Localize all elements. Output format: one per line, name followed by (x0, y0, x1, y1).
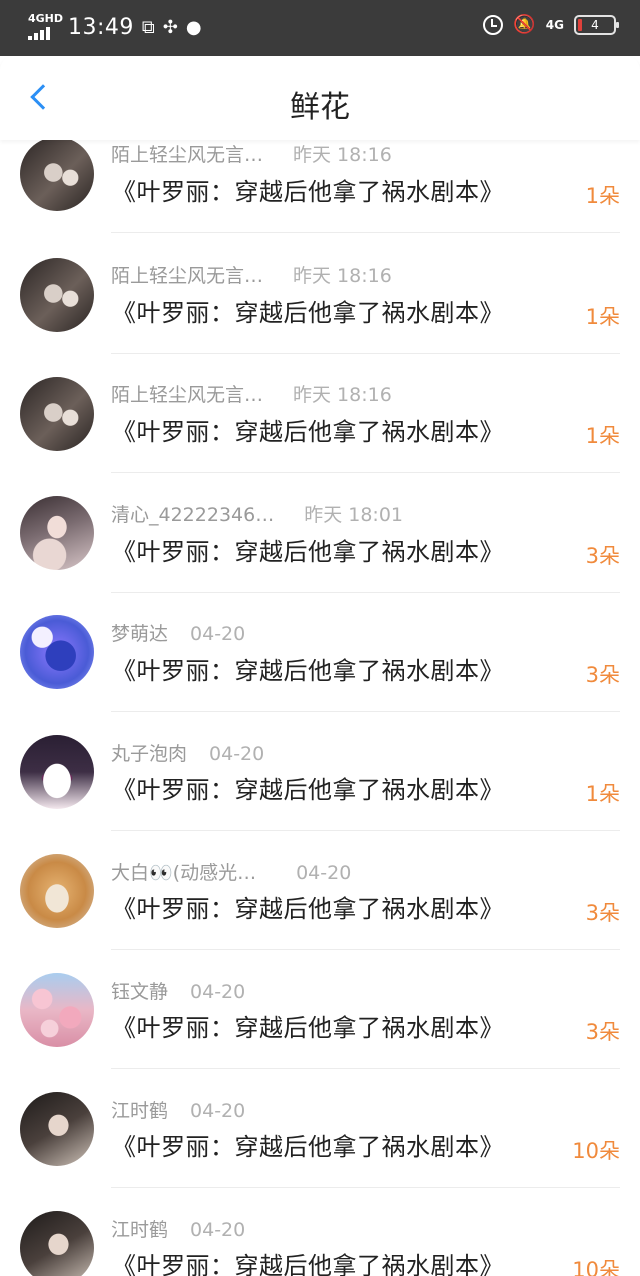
divider (111, 711, 620, 712)
avatar[interactable] (20, 496, 94, 570)
user-name[interactable]: 江时鹤 (111, 1096, 168, 1123)
alarm-clock-icon (483, 14, 504, 35)
item-meta: 丸子泡肉 04-20 (111, 739, 264, 766)
timestamp: 昨天 18:16 (293, 384, 392, 406)
list-item[interactable]: 陌上轻尘风无言… 昨天 18:16 《叶罗丽：穿越后他拿了祸水剧本》 1朵 (0, 140, 640, 253)
book-title[interactable]: 《叶罗丽：穿越后他拿了祸水剧本》 (112, 293, 504, 328)
flower-count: 3朵 (585, 1020, 620, 1044)
avatar[interactable] (20, 973, 94, 1047)
timestamp: 04-20 (296, 862, 352, 884)
book-title[interactable]: 《叶罗丽：穿越后他拿了祸水剧本》 (112, 1127, 504, 1162)
list-item[interactable]: 丸子泡肉 04-20 《叶罗丽：穿越后他拿了祸水剧本》 1朵 (0, 730, 640, 849)
notification-icon: ⧉ (141, 16, 155, 38)
list-item[interactable]: 陌上轻尘风无言… 昨天 18:16 《叶罗丽：穿越后他拿了祸水剧本》 1朵 (0, 253, 640, 372)
user-name[interactable]: 钰文静 (111, 977, 168, 1004)
divider (111, 949, 620, 950)
item-meta: 陌上轻尘风无言… 昨天 18:16 (111, 380, 392, 407)
flower-count: 10朵 (572, 1258, 620, 1276)
flower-count: 1朵 (585, 782, 620, 806)
book-title[interactable]: 《叶罗丽：穿越后他拿了祸水剧本》 (112, 651, 504, 686)
user-name[interactable]: 陌上轻尘风无言… (111, 261, 263, 288)
pinwheel-icon: ✣ (162, 16, 178, 38)
flower-count: 3朵 (585, 544, 620, 568)
divider (111, 1068, 620, 1069)
network-type-label: 4GHD (28, 12, 64, 25)
avatar[interactable] (20, 1092, 94, 1166)
book-title[interactable]: 《叶罗丽：穿越后他拿了祸水剧本》 (112, 412, 504, 447)
message-bubble-icon: ● (185, 16, 202, 38)
list-item[interactable]: 清心_42222346… 昨天 18:01 《叶罗丽：穿越后他拿了祸水剧本》 3… (0, 492, 640, 611)
list-item[interactable]: 江时鹤 04-20 《叶罗丽：穿越后他拿了祸水剧本》 10朵 (0, 1087, 640, 1206)
book-title[interactable]: 《叶罗丽：穿越后他拿了祸水剧本》 (112, 889, 504, 924)
item-meta: 大白👀(动感光… 04-20 (111, 858, 351, 885)
item-meta: 钰文静 04-20 (111, 977, 245, 1004)
avatar[interactable] (20, 615, 94, 689)
list-item[interactable]: 梦萌达 04-20 《叶罗丽：穿越后他拿了祸水剧本》 3朵 (0, 611, 640, 730)
book-title[interactable]: 《叶罗丽：穿越后他拿了祸水剧本》 (112, 1008, 504, 1043)
user-name[interactable]: 陌上轻尘风无言… (111, 140, 263, 167)
item-meta: 清心_42222346… 昨天 18:01 (111, 500, 403, 527)
avatar[interactable] (20, 735, 94, 809)
list-item[interactable]: 江时鹤 04-20 《叶罗丽：穿越后他拿了祸水剧本》 10朵 (0, 1206, 640, 1276)
timestamp: 昨天 18:01 (304, 504, 404, 526)
battery-level: 4 (591, 17, 599, 32)
avatar[interactable] (20, 1211, 94, 1276)
list-item[interactable]: 陌上轻尘风无言… 昨天 18:16 《叶罗丽：穿越后他拿了祸水剧本》 1朵 (0, 372, 640, 491)
divider (111, 353, 620, 354)
flower-count: 1朵 (585, 424, 620, 448)
item-meta: 梦萌达 04-20 (111, 619, 245, 646)
flower-list[interactable]: 陌上轻尘风无言… 昨天 18:16 《叶罗丽：穿越后他拿了祸水剧本》 1朵 陌上… (0, 140, 640, 1276)
status-right: 🔕 4G 4 (483, 14, 619, 35)
list-item[interactable]: 大白👀(动感光… 04-20 《叶罗丽：穿越后他拿了祸水剧本》 3朵 (0, 849, 640, 968)
divider (111, 232, 620, 233)
list-item[interactable]: 钰文静 04-20 《叶罗丽：穿越后他拿了祸水剧本》 3朵 (0, 968, 640, 1087)
book-title[interactable]: 《叶罗丽：穿越后他拿了祸水剧本》 (112, 770, 504, 805)
item-meta: 陌上轻尘风无言… 昨天 18:16 (111, 261, 392, 288)
avatar[interactable] (20, 854, 94, 928)
flower-count: 1朵 (585, 305, 620, 329)
timestamp: 昨天 18:16 (293, 265, 392, 287)
battery-icon: 4 (574, 14, 619, 35)
user-name[interactable]: 丸子泡肉 (111, 739, 187, 766)
avatar[interactable] (20, 377, 94, 451)
mobile-network-label: 4G (545, 17, 564, 32)
item-meta: 江时鹤 04-20 (111, 1215, 245, 1242)
flower-count: 3朵 (585, 663, 620, 687)
book-title[interactable]: 《叶罗丽：穿越后他拿了祸水剧本》 (112, 172, 504, 207)
status-left: 4GHD 13:49 ⧉ ✣ ● (28, 12, 202, 42)
timestamp: 04-20 (190, 1219, 246, 1241)
avatar[interactable] (20, 258, 94, 332)
signal-icon: 4GHD (28, 12, 64, 42)
timestamp: 04-20 (209, 743, 265, 765)
clock: 13:49 (68, 14, 134, 40)
avatar[interactable] (20, 140, 94, 211)
user-name[interactable]: 陌上轻尘风无言… (111, 380, 263, 407)
flower-count: 1朵 (585, 184, 620, 208)
divider (111, 472, 620, 473)
timestamp: 04-20 (190, 623, 246, 645)
book-title[interactable]: 《叶罗丽：穿越后他拿了祸水剧本》 (112, 532, 504, 567)
page-title: 鲜花 (290, 90, 350, 125)
timestamp: 昨天 18:16 (293, 144, 392, 166)
timestamp: 04-20 (190, 981, 246, 1003)
user-name[interactable]: 清心_42222346… (111, 500, 274, 527)
bell-muted-icon: 🔕 (513, 14, 536, 35)
status-bar: 4GHD 13:49 ⧉ ✣ ● 🔕 4G 4 (0, 0, 640, 56)
user-name[interactable]: 江时鹤 (111, 1215, 168, 1242)
book-title[interactable]: 《叶罗丽：穿越后他拿了祸水剧本》 (112, 1246, 504, 1276)
page-header: 鲜花 (0, 56, 640, 140)
flower-count: 10朵 (572, 1139, 620, 1163)
timestamp: 04-20 (190, 1100, 246, 1122)
flower-count: 3朵 (585, 901, 620, 925)
user-name[interactable]: 梦萌达 (111, 619, 168, 646)
divider (111, 1187, 620, 1188)
item-meta: 陌上轻尘风无言… 昨天 18:16 (111, 140, 392, 167)
divider (111, 592, 620, 593)
divider (111, 830, 620, 831)
item-meta: 江时鹤 04-20 (111, 1096, 245, 1123)
user-name[interactable]: 大白👀(动感光… (111, 858, 256, 885)
